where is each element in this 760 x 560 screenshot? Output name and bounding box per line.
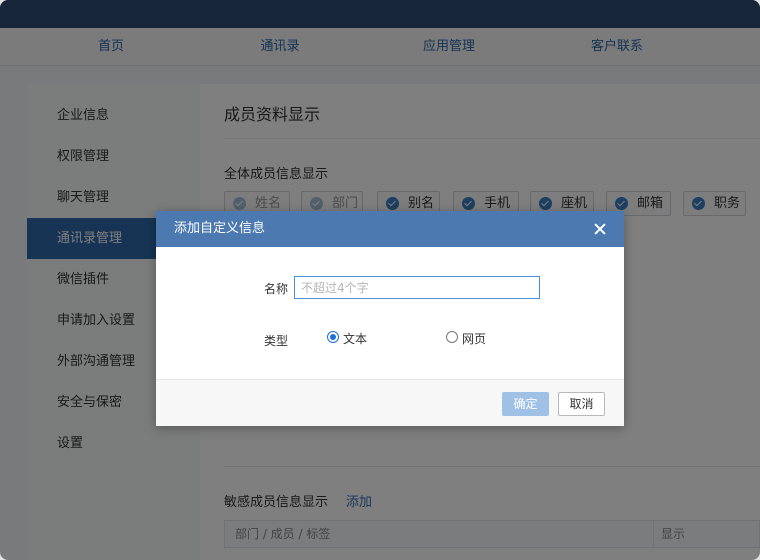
app-window: 首页 通讯录 应用管理 客户联系 企业信息 权限管理 聊天管理 通讯录管理 微信… bbox=[0, 0, 760, 560]
confirm-button[interactable]: 确定 bbox=[502, 392, 549, 416]
name-label: 名称 bbox=[264, 282, 289, 296]
radio-webpage-label[interactable]: 网页 bbox=[462, 330, 486, 347]
name-input[interactable] bbox=[294, 276, 540, 299]
dialog-footer: 确定 取消 bbox=[156, 379, 624, 426]
type-label: 类型 bbox=[264, 334, 289, 348]
radio-webpage[interactable] bbox=[446, 331, 458, 343]
add-custom-info-dialog: 添加自定义信息 名称 类型 文本 网页 确定 取消 bbox=[156, 211, 624, 426]
radio-text-label[interactable]: 文本 bbox=[343, 330, 367, 347]
radio-text[interactable] bbox=[327, 331, 339, 343]
close-icon[interactable] bbox=[588, 217, 612, 241]
cancel-button[interactable]: 取消 bbox=[558, 392, 605, 416]
dialog-title: 添加自定义信息 bbox=[174, 221, 266, 236]
dialog-header: 添加自定义信息 bbox=[156, 211, 624, 247]
